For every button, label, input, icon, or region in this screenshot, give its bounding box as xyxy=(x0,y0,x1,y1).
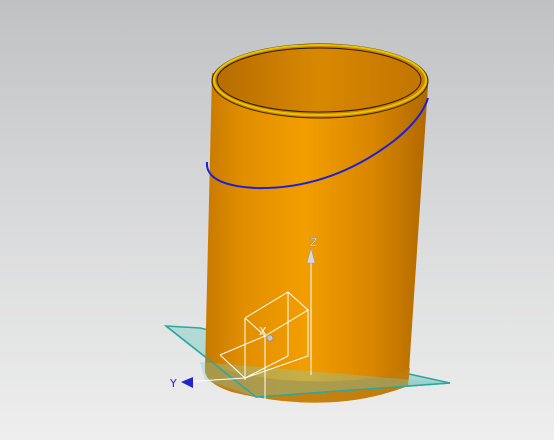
graphics-viewport[interactable]: Z Y X xyxy=(0,0,554,440)
z-axis-label: Z xyxy=(310,236,318,249)
y-arrow-head xyxy=(181,377,193,388)
cylinder-inner-wall xyxy=(216,47,422,113)
y-axis-label: Y xyxy=(169,377,177,390)
origin-point[interactable] xyxy=(266,334,274,342)
model-scene[interactable]: Z Y X xyxy=(0,0,554,440)
